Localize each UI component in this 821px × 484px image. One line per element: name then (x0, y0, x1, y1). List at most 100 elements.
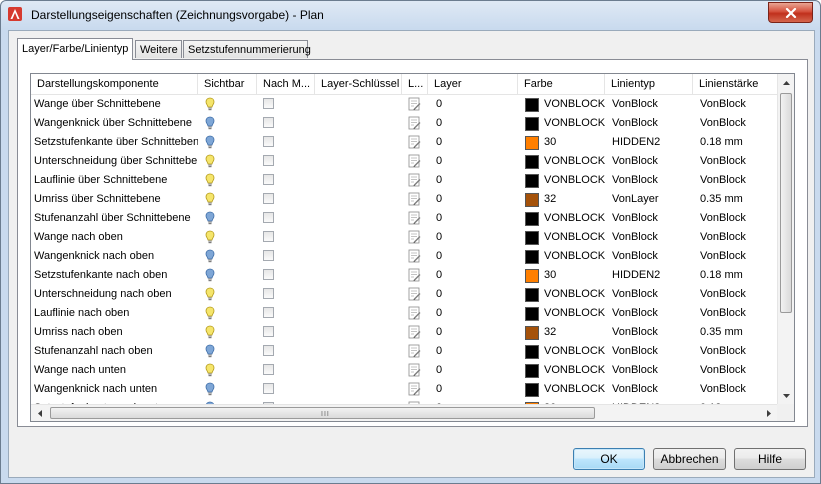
table-row[interactable]: Wange nach oben 0 VONBLOCK VonBlock VonBlock (31, 228, 777, 247)
color-value[interactable]: VONBLOCK (541, 171, 605, 190)
layer-value[interactable]: 0 (433, 285, 518, 304)
lineweight-value[interactable]: VonBlock (697, 285, 777, 304)
tab-layer-farbe-linientyp[interactable]: Layer/Farbe/Linientyp (17, 38, 133, 60)
col-header-visible[interactable]: Sichtbar (198, 74, 257, 94)
color-value[interactable]: VONBLOCK (541, 247, 605, 266)
bulb-off-icon[interactable] (205, 249, 215, 267)
layer-key-edit-icon[interactable] (408, 344, 421, 361)
layer-value[interactable]: 0 (433, 209, 518, 228)
by-style-checkbox[interactable] (263, 345, 274, 356)
color-value[interactable]: 30 (541, 266, 605, 285)
color-swatch[interactable] (525, 174, 539, 188)
table-row[interactable]: Unterschneidung über Schnittebene 0 VONBLO… (31, 152, 777, 171)
color-value[interactable]: VONBLOCK (541, 152, 605, 171)
layer-key-edit-icon[interactable] (408, 97, 421, 114)
properties-grid[interactable]: Darstellungskomponente Sichtbar Nach M..… (30, 73, 795, 422)
linetype-value[interactable]: VonBlock (609, 152, 693, 171)
by-style-checkbox[interactable] (263, 383, 274, 394)
bulb-on-icon[interactable] (205, 287, 215, 305)
layer-key-edit-icon[interactable] (408, 192, 421, 209)
bulb-on-icon[interactable] (205, 230, 215, 248)
layer-value[interactable]: 0 (433, 342, 518, 361)
bulb-off-icon[interactable] (205, 211, 215, 229)
color-swatch[interactable] (525, 98, 539, 112)
color-value[interactable]: VONBLOCK (541, 114, 605, 133)
layer-value[interactable]: 0 (433, 95, 518, 114)
by-style-checkbox[interactable] (263, 155, 274, 166)
color-value[interactable]: 32 (541, 190, 605, 209)
title-bar[interactable]: Darstellungseigenschaften (Zeichnungsvor… (1, 1, 820, 29)
bulb-on-icon[interactable] (205, 173, 215, 191)
layer-value[interactable]: 0 (433, 133, 518, 152)
by-style-checkbox[interactable] (263, 193, 274, 204)
scroll-right-arrow[interactable] (760, 405, 777, 421)
bulb-off-icon[interactable] (205, 116, 215, 134)
lineweight-value[interactable]: 0.18 mm (697, 266, 777, 285)
layer-key-edit-icon[interactable] (408, 173, 421, 190)
horizontal-scroll-thumb[interactable]: III (50, 407, 595, 419)
layer-value[interactable]: 0 (433, 247, 518, 266)
tab-setzstufennummerierung[interactable]: Setzstufennummerierung (183, 40, 311, 58)
layer-value[interactable]: 0 (433, 228, 518, 247)
layer-key-edit-icon[interactable] (408, 154, 421, 171)
table-row[interactable]: Wange über Schnittebene 0 VONBLOCK VonBlock… (31, 95, 777, 114)
table-row[interactable]: Stufenanzahl nach oben 0 VONBLOCK VonBlock V… (31, 342, 777, 361)
table-row[interactable]: Stufenanzahl über Schnittebene 0 VONBLOCK V… (31, 209, 777, 228)
layer-key-edit-icon[interactable] (408, 230, 421, 247)
layer-key-edit-icon[interactable] (408, 268, 421, 285)
color-value[interactable]: VONBLOCK (541, 361, 605, 380)
linetype-value[interactable]: VonBlock (609, 247, 693, 266)
lineweight-value[interactable]: VonBlock (697, 228, 777, 247)
col-header-by-style[interactable]: Nach M... (257, 74, 315, 94)
scroll-up-arrow[interactable] (778, 74, 794, 91)
col-header-layer-short[interactable]: L... (402, 74, 428, 94)
cancel-button[interactable]: Abbrechen (653, 448, 726, 470)
layer-value[interactable]: 0 (433, 171, 518, 190)
color-value[interactable]: VONBLOCK (541, 228, 605, 247)
color-value[interactable]: VONBLOCK (541, 95, 605, 114)
linetype-value[interactable]: VonBlock (609, 361, 693, 380)
color-swatch[interactable] (525, 250, 539, 264)
layer-value[interactable]: 0 (433, 323, 518, 342)
help-button[interactable]: Hilfe (734, 448, 806, 470)
table-row[interactable]: Unterschneidung nach oben 0 VONBLOCK VonBlo… (31, 285, 777, 304)
layer-key-edit-icon[interactable] (408, 249, 421, 266)
table-row[interactable]: Setzstufenkante über Schnittebene 0 30 HIDD… (31, 133, 777, 152)
scroll-down-arrow[interactable] (778, 387, 794, 404)
linetype-value[interactable]: VonBlock (609, 380, 693, 399)
lineweight-value[interactable]: 0.35 mm (697, 323, 777, 342)
table-row[interactable]: Umriss nach oben 0 32 VonBlock 0.35 mm (31, 323, 777, 342)
linetype-value[interactable]: VonBlock (609, 285, 693, 304)
bulb-off-icon[interactable] (205, 268, 215, 286)
color-value[interactable]: VONBLOCK (541, 380, 605, 399)
by-style-checkbox[interactable] (263, 98, 274, 109)
lineweight-value[interactable]: VonBlock (697, 342, 777, 361)
by-style-checkbox[interactable] (263, 212, 274, 223)
by-style-checkbox[interactable] (263, 307, 274, 318)
horizontal-scrollbar[interactable]: III (31, 404, 777, 421)
table-row[interactable]: Umriss über Schnittebene 0 32 VonLayer 0.35 … (31, 190, 777, 209)
bulb-on-icon[interactable] (205, 306, 215, 324)
layer-key-edit-icon[interactable] (408, 135, 421, 152)
table-row[interactable]: Setzstufenkante nach oben 0 30 HIDDEN2 0.18 … (31, 266, 777, 285)
lineweight-value[interactable]: 0.18 mm (697, 133, 777, 152)
bulb-on-icon[interactable] (205, 97, 215, 115)
col-header-layer-key[interactable]: Layer-Schlüssel (315, 74, 402, 94)
vertical-scroll-thumb[interactable] (780, 93, 792, 313)
layer-value[interactable]: 0 (433, 152, 518, 171)
col-header-color[interactable]: Farbe (518, 74, 605, 94)
color-swatch[interactable] (525, 269, 539, 283)
layer-key-edit-icon[interactable] (408, 382, 421, 399)
bulb-on-icon[interactable] (205, 325, 215, 343)
color-swatch[interactable] (525, 345, 539, 359)
lineweight-value[interactable]: VonBlock (697, 152, 777, 171)
linetype-value[interactable]: VonBlock (609, 171, 693, 190)
lineweight-value[interactable]: VonBlock (697, 247, 777, 266)
by-style-checkbox[interactable] (263, 174, 274, 185)
color-value[interactable]: 30 (541, 133, 605, 152)
table-row[interactable]: Wangenknick nach unten 0 VONBLOCK VonBlock V… (31, 380, 777, 399)
lineweight-value[interactable]: VonBlock (697, 380, 777, 399)
linetype-value[interactable]: VonBlock (609, 228, 693, 247)
by-style-checkbox[interactable] (263, 269, 274, 280)
table-row[interactable]: Lauflinie über Schnittebene 0 VONBLOCK VonB… (31, 171, 777, 190)
